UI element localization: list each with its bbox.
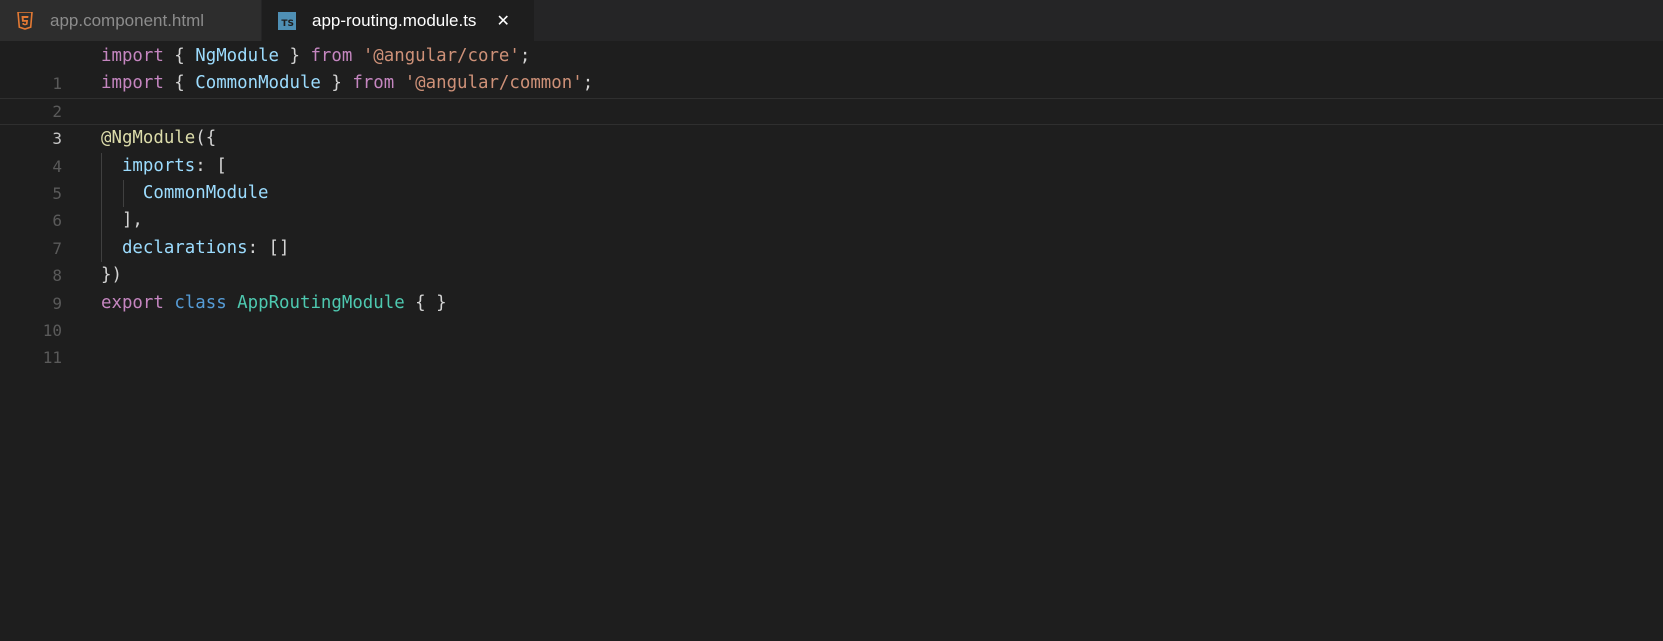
code-text: ],	[101, 207, 143, 234]
code-line: 9 })	[0, 262, 1663, 312]
keyword-token: export	[101, 292, 164, 313]
identifier-token: NgModule	[195, 46, 280, 66]
code-line: 2 import { CommonModule } from '@angular…	[0, 70, 1663, 120]
code-line: 11	[0, 317, 1663, 367]
code-text: CommonModule	[101, 180, 269, 207]
code-line: 10 export class AppRoutingModule { }	[0, 290, 1663, 340]
class-name-token: AppRoutingModule	[237, 292, 405, 313]
tab-app-component-html[interactable]: app.component.html	[0, 0, 262, 41]
punctuation-token: }	[320, 73, 353, 94]
tab-label: app.component.html	[50, 10, 205, 30]
tab-label: app-routing.module.ts	[312, 10, 477, 30]
close-icon[interactable]: ✕	[496, 11, 509, 30]
code-editor[interactable]: 1 import { NgModule } from '@angular/cor…	[0, 43, 1663, 641]
keyword-token: from	[352, 73, 395, 94]
punctuation-token: {	[163, 46, 196, 66]
property-token: declarations	[121, 237, 248, 258]
code-line: 6 CommonModule	[0, 179, 1663, 230]
punctuation-token: : [	[195, 155, 227, 176]
code-line: 1 import { NgModule } from '@angular/cor…	[0, 43, 1663, 93]
code-text: export class AppRoutingModule { }	[101, 290, 447, 317]
keyword-token: from	[310, 46, 353, 66]
code-text: })	[101, 262, 122, 289]
string-token: '@angular/core'	[362, 46, 520, 66]
storage-token: class	[174, 292, 227, 313]
code-line-current: 3	[0, 98, 1663, 148]
code-text: import { NgModule } from '@angular/core'…	[101, 43, 530, 70]
keyword-token: import	[101, 73, 164, 94]
code-line: 4 @NgModule({	[0, 125, 1663, 175]
code-text: import { CommonModule } from '@angular/c…	[101, 70, 593, 97]
property-token: imports	[121, 155, 196, 176]
punctuation-token: ;	[582, 73, 594, 94]
code-text: declarations: []	[101, 235, 290, 262]
editor-tab-bar: app.component.html TS app-routing.module…	[0, 0, 1663, 41]
punctuation-token: {	[163, 73, 196, 94]
keyword-token: import	[101, 46, 164, 66]
indent-token	[101, 238, 122, 258]
punctuation-token: })	[101, 265, 122, 286]
punctuation-token: }	[279, 46, 311, 66]
tab-app-routing-module-ts[interactable]: TS app-routing.module.ts ✕	[262, 0, 534, 41]
code-line: 5 imports: [	[0, 152, 1663, 203]
code-line: 7 ],	[0, 207, 1663, 258]
indent-token	[101, 183, 143, 203]
code-text: @NgModule({	[101, 125, 216, 152]
punctuation-token: ],	[101, 210, 143, 231]
punctuation-token: : []	[247, 237, 290, 258]
code-text: imports: [	[101, 153, 227, 180]
decorator-token: @NgModule	[101, 128, 196, 149]
identifier-token: CommonModule	[142, 182, 269, 203]
typescript-icon: TS	[278, 11, 296, 30]
typescript-icon-text: TS	[278, 11, 296, 30]
indent-token	[101, 156, 122, 176]
punctuation-token: ({	[195, 128, 217, 149]
code-line: 8 declarations: []	[0, 234, 1663, 285]
punctuation-token: { }	[404, 292, 447, 313]
identifier-token: CommonModule	[195, 73, 321, 94]
html5-icon	[16, 11, 34, 30]
line-number: 11	[42, 348, 62, 368]
punctuation-token: ;	[519, 46, 531, 66]
string-token: '@angular/common'	[404, 73, 583, 94]
